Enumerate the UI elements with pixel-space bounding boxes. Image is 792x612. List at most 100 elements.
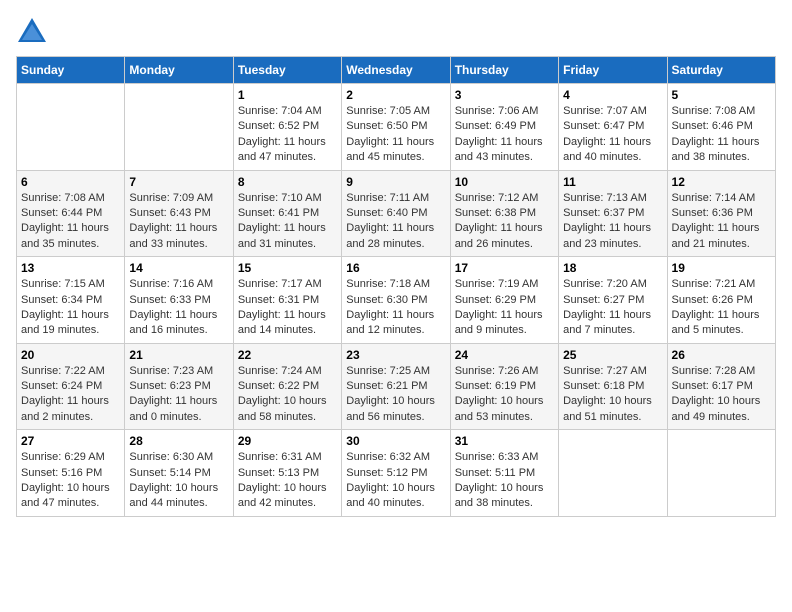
day-number: 5 [672,88,771,102]
day-info: Sunrise: 7:12 AM Sunset: 6:38 PM Dayligh… [455,191,554,253]
calendar-week-row: 27Sunrise: 6:29 AM Sunset: 5:16 PM Dayli… [17,430,776,517]
calendar-cell: 7 Sunrise: 7:09 AM Sunset: 6:43 PM Daylig… [125,170,233,257]
day-info: Sunrise: 7:13 AM Sunset: 6:37 PM Dayligh… [563,191,662,253]
day-number: 2 [346,88,445,102]
day-number: 3 [455,88,554,102]
day-number: 6 [21,175,120,189]
day-info: Sunrise: 7:18 AM Sunset: 6:30 PM Dayligh… [346,277,445,339]
calendar-cell: 19Sunrise: 7:21 AM Sunset: 6:26 PM Dayli… [667,257,775,344]
calendar-cell: 31 Sunrise: 6:33 AM Sunset: 5:11 PM Dayli… [450,430,558,517]
day-info: Sunrise: 7:10 AM Sunset: 6:41 PM Dayligh… [238,191,337,253]
day-info: Sunrise: 7:14 AM Sunset: 6:36 PM Dayligh… [672,191,771,253]
day-number: 25 [563,348,662,362]
day-number: 13 [21,261,120,275]
day-number: 22 [238,348,337,362]
day-info: Sunrise: 7:11 AM Sunset: 6:40 PM Dayligh… [346,191,445,253]
day-info: Sunrise: 7:09 AM Sunset: 6:43 PM Dayligh… [129,191,228,253]
calendar-cell: 29 Sunrise: 6:31 AM Sunset: 5:13 PM Dayli… [233,430,341,517]
weekday-header: Sunday [17,57,125,84]
day-info: Sunrise: 7:28 AM Sunset: 6:17 PM Dayligh… [672,364,771,426]
calendar-cell: 8 Sunrise: 7:10 AM Sunset: 6:41 PM Daylig… [233,170,341,257]
day-info: Sunrise: 7:19 AM Sunset: 6:29 PM Dayligh… [455,277,554,339]
calendar-cell: 16 Sunrise: 7:18 AM Sunset: 6:30 PM Dayli… [342,257,450,344]
calendar-cell: 20Sunrise: 7:22 AM Sunset: 6:24 PM Dayli… [17,343,125,430]
day-info: Sunrise: 6:30 AM Sunset: 5:14 PM Dayligh… [129,450,228,512]
day-number: 14 [129,261,228,275]
day-number: 31 [455,434,554,448]
calendar-cell [667,430,775,517]
weekday-header: Tuesday [233,57,341,84]
day-info: Sunrise: 7:04 AM Sunset: 6:52 PM Dayligh… [238,104,337,166]
weekday-header: Wednesday [342,57,450,84]
day-info: Sunrise: 7:24 AM Sunset: 6:22 PM Dayligh… [238,364,337,426]
day-number: 19 [672,261,771,275]
calendar-cell: 1 Sunrise: 7:04 AM Sunset: 6:52 PM Daylig… [233,84,341,171]
calendar-cell: 28 Sunrise: 6:30 AM Sunset: 5:14 PM Dayli… [125,430,233,517]
day-info: Sunrise: 7:08 AM Sunset: 6:44 PM Dayligh… [21,191,120,253]
weekday-header: Thursday [450,57,558,84]
day-number: 17 [455,261,554,275]
day-number: 29 [238,434,337,448]
day-number: 24 [455,348,554,362]
day-number: 18 [563,261,662,275]
day-number: 30 [346,434,445,448]
day-info: Sunrise: 7:05 AM Sunset: 6:50 PM Dayligh… [346,104,445,166]
calendar-cell: 22 Sunrise: 7:24 AM Sunset: 6:22 PM Dayli… [233,343,341,430]
calendar-cell [17,84,125,171]
day-info: Sunrise: 7:17 AM Sunset: 6:31 PM Dayligh… [238,277,337,339]
day-info: Sunrise: 6:32 AM Sunset: 5:12 PM Dayligh… [346,450,445,512]
day-info: Sunrise: 7:08 AM Sunset: 6:46 PM Dayligh… [672,104,771,166]
day-number: 8 [238,175,337,189]
calendar-week-row: 13Sunrise: 7:15 AM Sunset: 6:34 PM Dayli… [17,257,776,344]
day-number: 9 [346,175,445,189]
calendar-table: SundayMondayTuesdayWednesdayThursdayFrid… [16,56,776,517]
day-info: Sunrise: 6:31 AM Sunset: 5:13 PM Dayligh… [238,450,337,512]
day-info: Sunrise: 7:23 AM Sunset: 6:23 PM Dayligh… [129,364,228,426]
calendar-cell [559,430,667,517]
day-number: 7 [129,175,228,189]
day-info: Sunrise: 7:26 AM Sunset: 6:19 PM Dayligh… [455,364,554,426]
weekday-header: Monday [125,57,233,84]
calendar-cell [125,84,233,171]
calendar-cell: 6 Sunrise: 7:08 AM Sunset: 6:44 PM Daylig… [17,170,125,257]
calendar-cell: 2 Sunrise: 7:05 AM Sunset: 6:50 PM Daylig… [342,84,450,171]
day-number: 12 [672,175,771,189]
calendar-cell: 30 Sunrise: 6:32 AM Sunset: 5:12 PM Dayli… [342,430,450,517]
day-info: Sunrise: 7:25 AM Sunset: 6:21 PM Dayligh… [346,364,445,426]
day-number: 15 [238,261,337,275]
calendar-week-row: 20Sunrise: 7:22 AM Sunset: 6:24 PM Dayli… [17,343,776,430]
logo [16,16,50,44]
calendar-cell: 3 Sunrise: 7:06 AM Sunset: 6:49 PM Daylig… [450,84,558,171]
calendar-cell: 13Sunrise: 7:15 AM Sunset: 6:34 PM Dayli… [17,257,125,344]
calendar-cell: 14Sunrise: 7:16 AM Sunset: 6:33 PM Dayli… [125,257,233,344]
calendar-week-row: 6 Sunrise: 7:08 AM Sunset: 6:44 PM Daylig… [17,170,776,257]
calendar-cell: 18 Sunrise: 7:20 AM Sunset: 6:27 PM Dayli… [559,257,667,344]
calendar-cell: 24 Sunrise: 7:26 AM Sunset: 6:19 PM Dayli… [450,343,558,430]
calendar-cell: 17 Sunrise: 7:19 AM Sunset: 6:29 PM Dayli… [450,257,558,344]
day-info: Sunrise: 7:06 AM Sunset: 6:49 PM Dayligh… [455,104,554,166]
day-info: Sunrise: 7:20 AM Sunset: 6:27 PM Dayligh… [563,277,662,339]
day-info: Sunrise: 6:29 AM Sunset: 5:16 PM Dayligh… [21,450,120,512]
calendar-cell: 26Sunrise: 7:28 AM Sunset: 6:17 PM Dayli… [667,343,775,430]
calendar-cell: 4 Sunrise: 7:07 AM Sunset: 6:47 PM Daylig… [559,84,667,171]
day-number: 16 [346,261,445,275]
day-number: 11 [563,175,662,189]
calendar-cell: 9 Sunrise: 7:11 AM Sunset: 6:40 PM Daylig… [342,170,450,257]
day-number: 4 [563,88,662,102]
weekday-header: Saturday [667,57,775,84]
day-number: 23 [346,348,445,362]
day-number: 10 [455,175,554,189]
calendar-cell: 12 Sunrise: 7:14 AM Sunset: 6:36 PM Dayli… [667,170,775,257]
day-info: Sunrise: 6:33 AM Sunset: 5:11 PM Dayligh… [455,450,554,512]
day-number: 28 [129,434,228,448]
calendar-cell: 5 Sunrise: 7:08 AM Sunset: 6:46 PM Daylig… [667,84,775,171]
calendar-cell: 15 Sunrise: 7:17 AM Sunset: 6:31 PM Dayli… [233,257,341,344]
calendar-cell: 21Sunrise: 7:23 AM Sunset: 6:23 PM Dayli… [125,343,233,430]
day-info: Sunrise: 7:07 AM Sunset: 6:47 PM Dayligh… [563,104,662,166]
calendar-cell: 10 Sunrise: 7:12 AM Sunset: 6:38 PM Dayli… [450,170,558,257]
weekday-header-row: SundayMondayTuesdayWednesdayThursdayFrid… [17,57,776,84]
weekday-header: Friday [559,57,667,84]
day-info: Sunrise: 7:22 AM Sunset: 6:24 PM Dayligh… [21,364,120,426]
day-number: 1 [238,88,337,102]
day-info: Sunrise: 7:27 AM Sunset: 6:18 PM Dayligh… [563,364,662,426]
